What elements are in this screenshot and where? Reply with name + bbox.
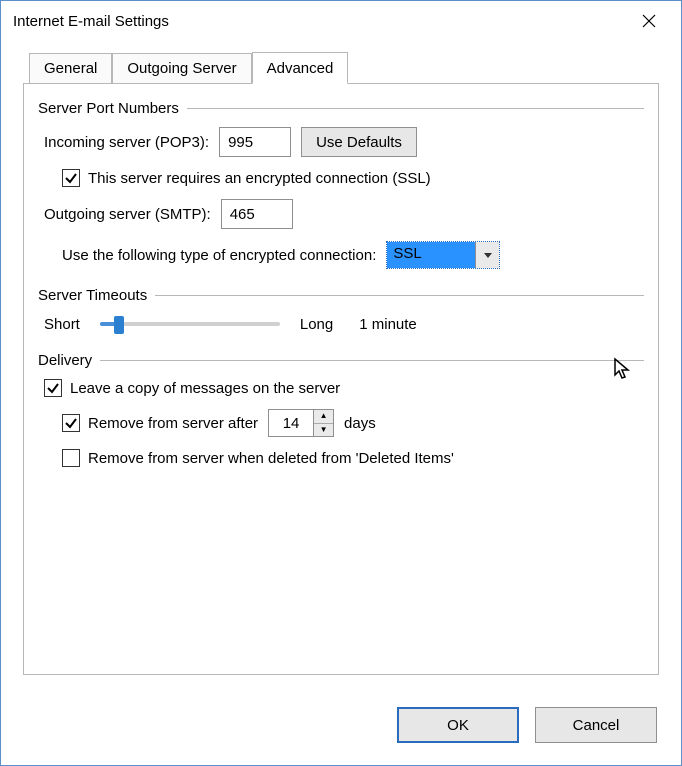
dialog-footer: OK Cancel bbox=[1, 691, 681, 765]
ssl-checkbox-label: This server requires an encrypted connec… bbox=[88, 170, 431, 187]
remove-deleted-label: Remove from server when deleted from 'De… bbox=[88, 450, 454, 467]
row-remove-deleted: Remove from server when deleted from 'De… bbox=[62, 449, 644, 467]
tab-panel-advanced: Server Port Numbers Incoming server (POP… bbox=[23, 83, 659, 675]
slider-thumb bbox=[114, 316, 124, 334]
window-title: Internet E-mail Settings bbox=[13, 13, 169, 30]
timeout-long-label: Long bbox=[300, 316, 333, 333]
remove-after-checkbox[interactable]: Remove from server after bbox=[62, 414, 258, 432]
close-icon bbox=[642, 14, 656, 28]
encryption-type-select[interactable]: SSL bbox=[386, 241, 500, 269]
divider bbox=[187, 108, 644, 109]
checkbox-box bbox=[62, 169, 80, 187]
row-ssl-checkbox: This server requires an encrypted connec… bbox=[62, 169, 644, 187]
use-defaults-button[interactable]: Use Defaults bbox=[301, 127, 417, 157]
checkbox-box bbox=[44, 379, 62, 397]
group-delivery: Delivery Leave a copy of messages on the… bbox=[38, 352, 644, 467]
spinner-arrows: ▲ ▼ bbox=[313, 410, 333, 436]
row-timeout-slider: Short Long 1 minute bbox=[44, 314, 644, 334]
remove-after-unit: days bbox=[344, 415, 376, 432]
divider bbox=[155, 295, 644, 296]
row-leave-copy: Leave a copy of messages on the server bbox=[44, 379, 644, 397]
titlebar: Internet E-mail Settings bbox=[1, 1, 681, 41]
checkbox-box bbox=[62, 414, 80, 432]
remove-after-label: Remove from server after bbox=[88, 415, 258, 432]
tab-general[interactable]: General bbox=[29, 53, 112, 84]
slider-track bbox=[100, 322, 280, 326]
group-header-delivery: Delivery bbox=[38, 352, 92, 369]
chevron-down-icon bbox=[483, 250, 493, 260]
outgoing-server-port-input[interactable] bbox=[221, 199, 293, 229]
incoming-server-port-input[interactable] bbox=[219, 127, 291, 157]
remove-after-days-spinner[interactable]: ▲ ▼ bbox=[268, 409, 334, 437]
encryption-type-label: Use the following type of encrypted conn… bbox=[62, 247, 376, 264]
row-outgoing: Outgoing server (SMTP): bbox=[44, 199, 644, 229]
tabstrip: General Outgoing Server Advanced bbox=[29, 51, 659, 83]
leave-copy-label: Leave a copy of messages on the server bbox=[70, 380, 340, 397]
spinner-up[interactable]: ▲ bbox=[314, 410, 333, 424]
leave-copy-checkbox[interactable]: Leave a copy of messages on the server bbox=[44, 379, 340, 397]
dialog-window: Internet E-mail Settings General Outgoin… bbox=[0, 0, 682, 766]
row-encryption: Use the following type of encrypted conn… bbox=[62, 241, 644, 269]
remove-deleted-checkbox[interactable]: Remove from server when deleted from 'De… bbox=[62, 449, 454, 467]
encryption-selected-value: SSL bbox=[387, 242, 475, 268]
checkbox-box bbox=[62, 449, 80, 467]
check-icon bbox=[46, 381, 60, 395]
row-incoming: Incoming server (POP3): Use Defaults bbox=[44, 127, 644, 157]
check-icon bbox=[64, 171, 78, 185]
incoming-server-label: Incoming server (POP3): bbox=[44, 134, 209, 151]
timeout-short-label: Short bbox=[44, 316, 80, 333]
content-area: General Outgoing Server Advanced Server … bbox=[1, 41, 681, 691]
dropdown-arrow bbox=[475, 242, 499, 268]
group-header-timeouts: Server Timeouts bbox=[38, 287, 147, 304]
tab-advanced[interactable]: Advanced bbox=[252, 52, 349, 84]
remove-after-days-input[interactable] bbox=[269, 410, 313, 436]
outgoing-server-label: Outgoing server (SMTP): bbox=[44, 206, 211, 223]
ssl-checkbox[interactable]: This server requires an encrypted connec… bbox=[62, 169, 431, 187]
timeout-slider[interactable] bbox=[100, 314, 280, 334]
group-server-ports: Server Port Numbers Incoming server (POP… bbox=[38, 100, 644, 269]
group-server-timeouts: Server Timeouts Short Long 1 minute bbox=[38, 287, 644, 334]
row-remove-after: Remove from server after ▲ ▼ days bbox=[62, 409, 644, 437]
cancel-button[interactable]: Cancel bbox=[535, 707, 657, 743]
divider bbox=[100, 360, 644, 361]
group-header-ports: Server Port Numbers bbox=[38, 100, 179, 117]
close-button[interactable] bbox=[629, 5, 669, 37]
timeout-value: 1 minute bbox=[359, 316, 417, 333]
check-icon bbox=[64, 416, 78, 430]
spinner-down[interactable]: ▼ bbox=[314, 424, 333, 437]
ok-button[interactable]: OK bbox=[397, 707, 519, 743]
tab-outgoing-server[interactable]: Outgoing Server bbox=[112, 53, 251, 84]
